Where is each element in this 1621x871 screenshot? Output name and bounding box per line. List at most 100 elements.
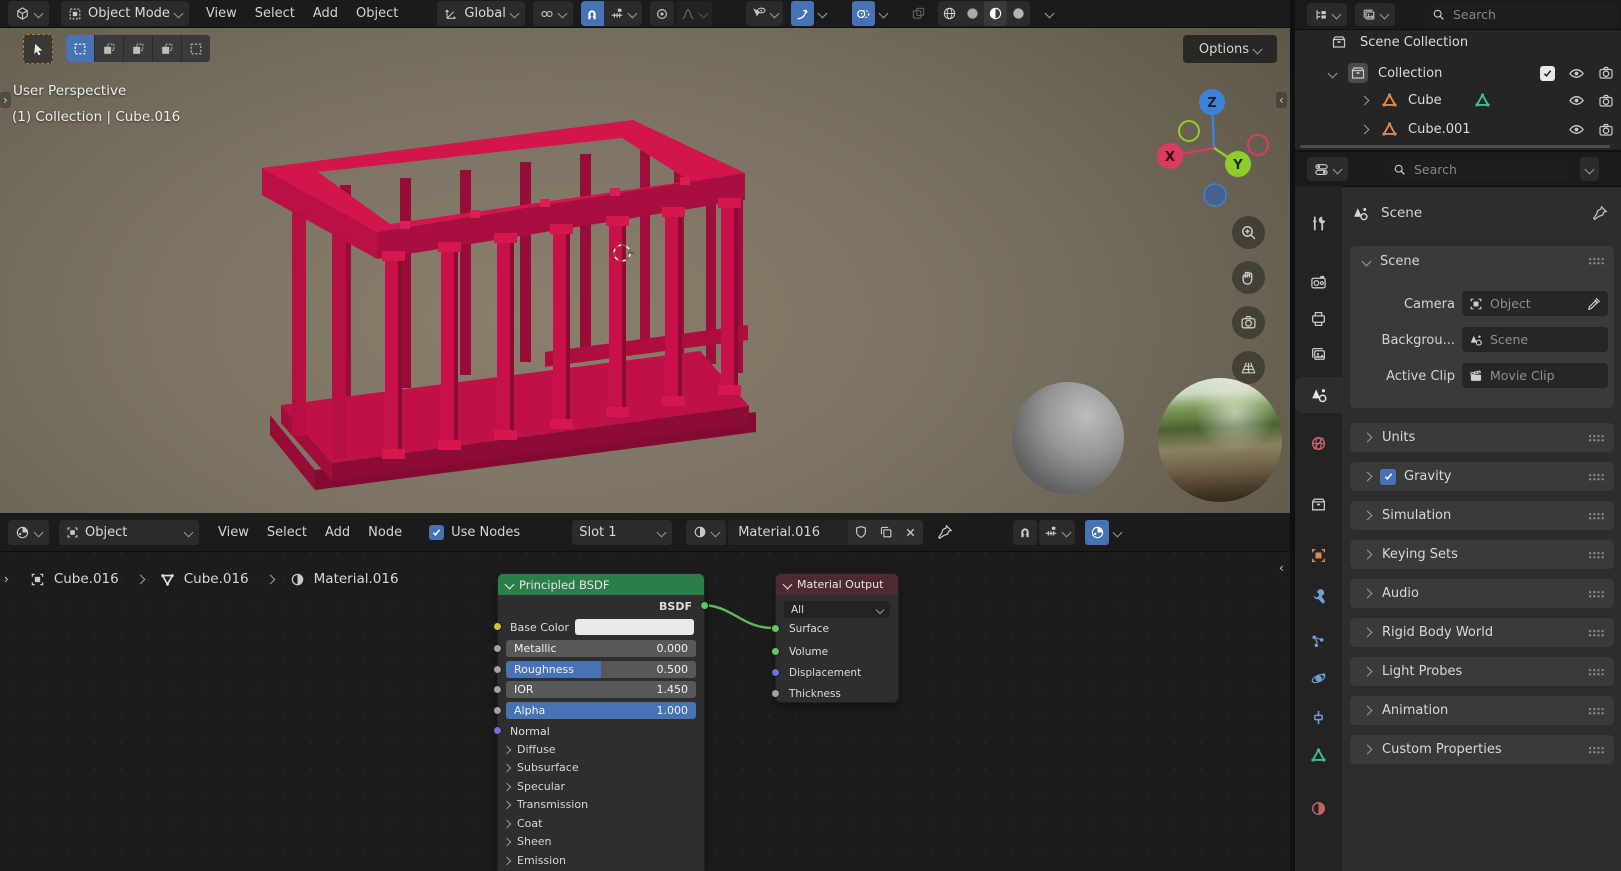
output-target-dropdown[interactable]: All <box>784 601 890 618</box>
mode-dropdown[interactable]: Object Mode <box>61 1 189 26</box>
bsdf-output-socket[interactable] <box>700 601 709 610</box>
falloff-dropdown[interactable] <box>675 1 712 26</box>
material-name-field[interactable]: Material.016 <box>728 519 849 545</box>
shader-toolbar-chevron[interactable]: › <box>1 571 12 587</box>
section-diffuse[interactable]: Diffuse <box>502 743 556 756</box>
active-clip-field-button[interactable]: Movie Clip <box>1462 363 1608 388</box>
fake-user-button[interactable] <box>848 519 874 545</box>
shader-snap-target-dropdown[interactable] <box>1039 519 1076 545</box>
panel-rigid-body-world[interactable]: Rigid Body World <box>1350 618 1614 647</box>
snap-toggle[interactable] <box>580 1 604 26</box>
navigation-gizmo[interactable]: Z X Y <box>1140 80 1276 212</box>
material-browse-dropdown[interactable] <box>686 519 727 545</box>
shader-overlays-toggle[interactable] <box>1085 519 1110 545</box>
bsdf-node-header[interactable]: Principled BSDF <box>498 574 704 595</box>
panel-animation[interactable]: Animation <box>1350 696 1614 725</box>
tab-tool[interactable] <box>1295 205 1342 241</box>
panel-grip[interactable] <box>1588 257 1605 265</box>
camera-view-button[interactable] <box>1232 306 1265 339</box>
metallic-socket[interactable] <box>493 644 502 653</box>
outliner-scrollbar[interactable] <box>1300 145 1610 148</box>
section-transmission[interactable]: Transmission <box>502 798 588 811</box>
outliner-search-input[interactable] <box>1451 6 1612 23</box>
tab-particles[interactable] <box>1295 623 1342 659</box>
cube001-expand-chevron[interactable] <box>1359 124 1370 135</box>
menu-add[interactable]: Add <box>304 1 347 26</box>
ior-socket[interactable] <box>493 685 502 694</box>
show-gizmo-dropdown[interactable] <box>745 1 783 26</box>
eye-icon[interactable] <box>1568 121 1585 138</box>
pan-button[interactable] <box>1232 261 1265 294</box>
displacement-socket[interactable] <box>771 668 780 677</box>
eyedropper-icon[interactable] <box>1587 297 1601 311</box>
collection-expand-chevron[interactable] <box>1327 68 1338 78</box>
surface-socket[interactable] <box>771 624 780 633</box>
outliner-filter-button[interactable] <box>1355 3 1395 26</box>
panel-audio[interactable]: Audio <box>1350 579 1614 608</box>
camera-restrict-icon[interactable] <box>1598 65 1614 81</box>
3d-viewport[interactable]: User Perspective (1) Collection | Cube.0… <box>0 0 1290 513</box>
pin-icon[interactable] <box>1592 205 1608 221</box>
tab-material[interactable] <box>1295 790 1342 826</box>
material-slot-dropdown[interactable]: Slot 1 <box>572 519 673 545</box>
outliner-row-cube[interactable]: Cube <box>1359 92 1614 109</box>
shading-dropdown[interactable] <box>1044 8 1055 19</box>
outliner[interactable]: Scene Collection Collection Cube <box>1295 0 1621 150</box>
gizmos-dropdown[interactable] <box>817 8 828 19</box>
select-mode-subtract[interactable] <box>124 35 152 62</box>
background-field-button[interactable]: Scene <box>1462 327 1608 352</box>
material-output-node[interactable]: Material Output All Surface Volume Displ… <box>771 573 899 703</box>
tab-object[interactable] <box>1295 537 1342 573</box>
proportional-editing-toggle[interactable] <box>649 1 674 26</box>
outliner-row-scene-collection[interactable]: Scene Collection <box>1331 34 1468 50</box>
select-mode-intersect[interactable] <box>182 35 210 62</box>
ior-slider[interactable]: IOR 1.450 <box>506 681 696 698</box>
editor-type-button[interactable] <box>8 1 49 26</box>
use-nodes-checkbox[interactable]: Use Nodes <box>429 524 520 540</box>
volume-socket[interactable] <box>771 647 780 656</box>
shader-menu-node[interactable]: Node <box>359 520 411 545</box>
pin-button[interactable] <box>937 524 953 540</box>
snap-settings-dropdown[interactable] <box>604 7 642 21</box>
tab-render[interactable] <box>1295 264 1342 300</box>
camera-restrict-icon[interactable] <box>1598 122 1614 138</box>
select-mode-new[interactable] <box>66 35 94 62</box>
panel-units[interactable]: Units <box>1350 423 1614 452</box>
select-mode-invert[interactable] <box>153 35 181 62</box>
active-tool-button[interactable] <box>23 34 53 64</box>
tab-scene[interactable] <box>1295 377 1342 413</box>
outliner-editor-type-button[interactable] <box>1307 3 1347 26</box>
camera-restrict-icon[interactable] <box>1598 93 1614 109</box>
cube-expand-chevron[interactable] <box>1359 95 1370 106</box>
outliner-row-cube001[interactable]: Cube.001 <box>1359 121 1614 138</box>
menu-select[interactable]: Select <box>246 1 304 26</box>
tab-output[interactable] <box>1295 300 1342 336</box>
panel-custom-properties[interactable]: Custom Properties <box>1350 735 1614 764</box>
collection-checkbox[interactable] <box>1540 65 1555 81</box>
thickness-socket[interactable] <box>771 689 780 698</box>
panel-simulation[interactable]: Simulation <box>1350 501 1614 530</box>
principled-bsdf-node[interactable]: Principled BSDF BSDF Base Color Metallic… <box>493 573 709 871</box>
shader-sidebar-chevron[interactable]: ‹ <box>1276 560 1287 576</box>
shader-editor-type-button[interactable] <box>8 519 49 545</box>
eye-icon[interactable] <box>1568 65 1585 82</box>
section-specular[interactable]: Specular <box>502 780 565 793</box>
shader-menu-add[interactable]: Add <box>316 520 359 545</box>
scene-panel-header[interactable]: Scene <box>1350 246 1614 276</box>
tab-view-layer[interactable] <box>1295 336 1342 372</box>
base-color-socket[interactable] <box>493 622 502 631</box>
shader-menu-view[interactable]: View <box>209 520 258 545</box>
tab-constraints[interactable] <box>1295 699 1342 735</box>
eye-icon[interactable] <box>1568 92 1585 109</box>
gravity-checkbox[interactable] <box>1380 468 1396 485</box>
tab-object-data[interactable] <box>1295 737 1342 773</box>
perspective-toggle-button[interactable] <box>1232 351 1265 384</box>
section-subsurface[interactable]: Subsurface <box>502 761 579 774</box>
properties-options-dropdown[interactable] <box>1580 157 1599 181</box>
properties-search[interactable] <box>1386 157 1568 181</box>
shader-type-dropdown[interactable]: Object <box>59 519 199 545</box>
zoom-button[interactable] <box>1232 216 1265 249</box>
transform-orientation-dropdown[interactable]: Global <box>437 1 525 26</box>
metallic-slider[interactable]: Metallic 0.000 <box>506 640 696 657</box>
section-sheen[interactable]: Sheen <box>502 835 551 848</box>
